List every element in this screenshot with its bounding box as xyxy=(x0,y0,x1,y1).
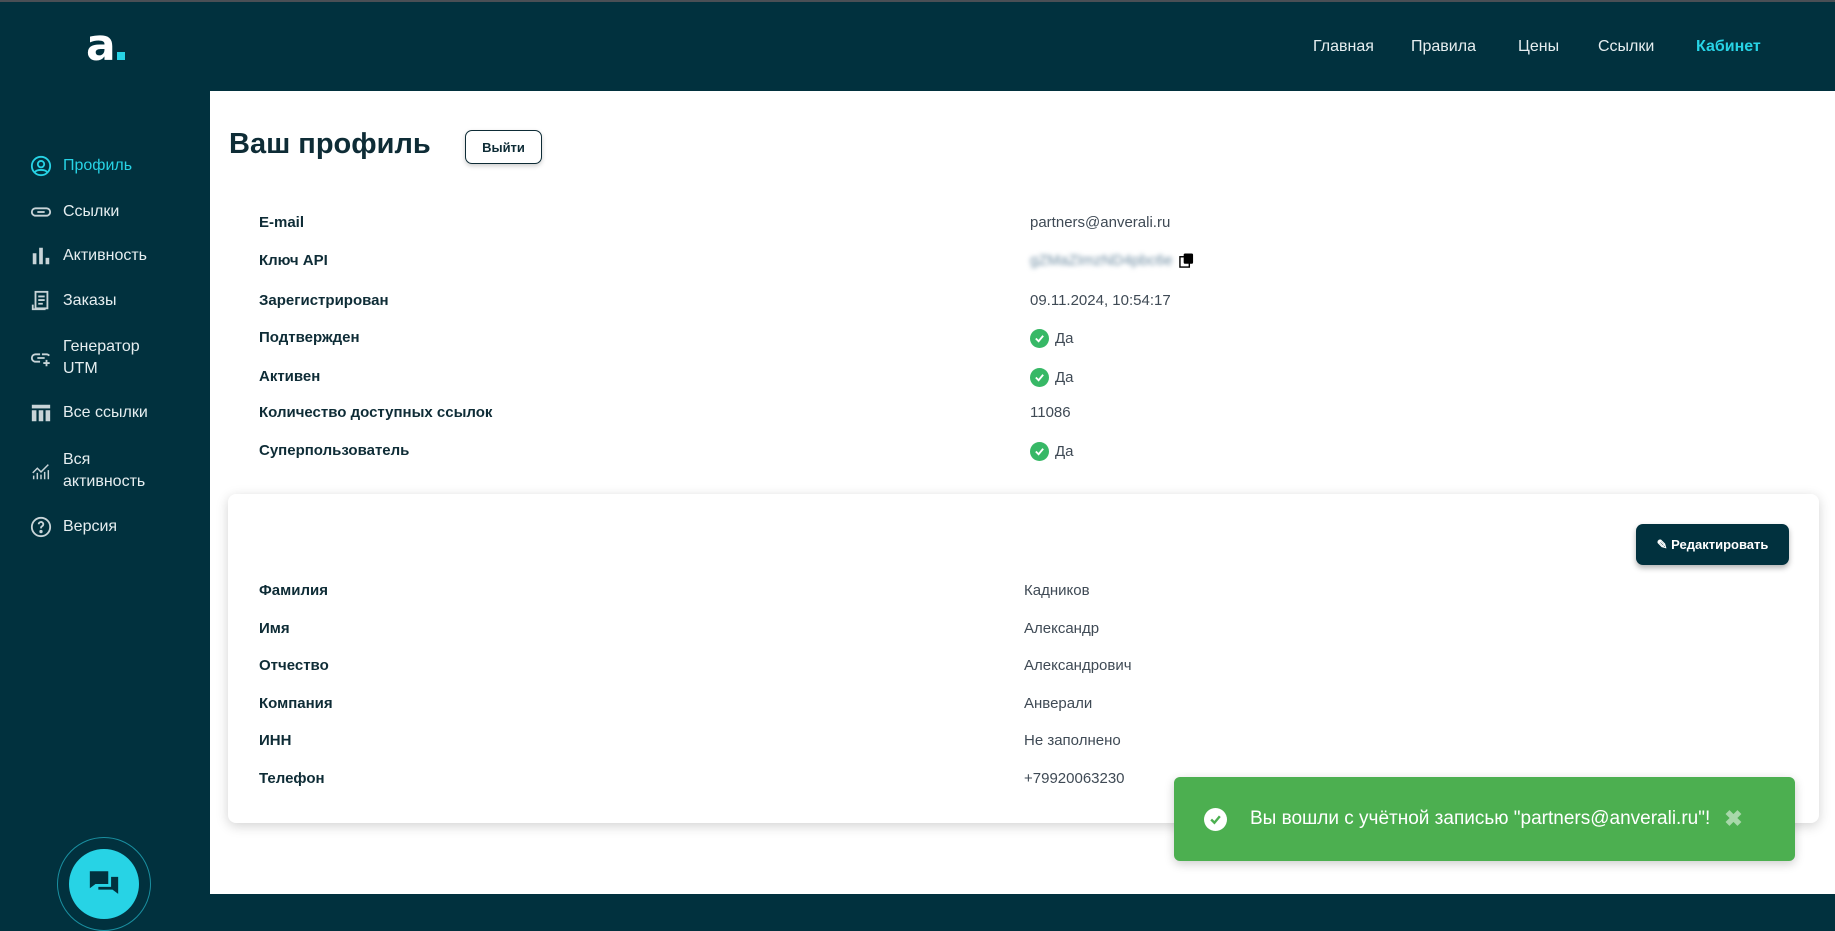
check-circle-icon xyxy=(1204,807,1227,831)
row-value: Александр xyxy=(1024,620,1100,637)
row-label: Фамилия xyxy=(259,582,328,599)
chat-button[interactable] xyxy=(57,837,151,931)
row-label: Компания xyxy=(259,695,333,712)
value-text: Да xyxy=(1055,330,1074,347)
sidebar-item-label: Все ссылки xyxy=(63,404,148,421)
api-key-value: gZMaZImzND4pbc6e xyxy=(1030,252,1173,269)
sidebar-item-label: Профиль xyxy=(63,157,133,174)
link-add-icon xyxy=(30,353,50,367)
details-row-firstname: Имя Александр xyxy=(259,620,1659,640)
row-label: Отчество xyxy=(259,657,329,674)
login-toast: Вы вошли с учётной записью "partners@anv… xyxy=(1174,777,1795,861)
check-circle-icon xyxy=(1030,368,1049,387)
logo[interactable]: a xyxy=(86,20,125,71)
logout-button[interactable]: Выйти xyxy=(465,130,542,164)
row-value: Александрович xyxy=(1024,657,1132,674)
row-label: Ключ API xyxy=(259,252,328,269)
sidebar-item-version[interactable]: Версия xyxy=(30,516,205,538)
row-value: partners@anverali.ru xyxy=(1030,214,1171,231)
row-value: +79920063230 xyxy=(1024,770,1125,787)
check-circle-icon xyxy=(1030,329,1049,348)
row-label: Суперпользователь xyxy=(259,442,410,459)
sidebar-item-label: Заказы xyxy=(63,292,117,309)
link-icon xyxy=(30,207,52,217)
sidebar-item-all-activity[interactable]: Вся активность xyxy=(30,449,205,493)
edit-button[interactable]: ✎ Редактировать xyxy=(1636,524,1789,565)
details-row-inn: ИНН Не заполнено xyxy=(259,732,1659,752)
details-row-patronymic: Отчество Александрович xyxy=(259,657,1659,677)
user-circle-icon xyxy=(30,155,52,177)
row-label: Телефон xyxy=(259,770,325,787)
sidebar-item-label: Генератор UTM xyxy=(63,338,140,377)
question-circle-icon xyxy=(30,516,52,538)
row-value: Кадников xyxy=(1024,582,1090,599)
row-label: Зарегистрирован xyxy=(259,292,389,309)
nav-home[interactable]: Главная xyxy=(1313,38,1374,56)
row-value: gZMaZImzND4pbc6e xyxy=(1030,252,1194,269)
profile-row-superuser: Суперпользователь Да xyxy=(259,442,1659,462)
nav-rules[interactable]: Правила xyxy=(1411,38,1476,56)
details-row-lastname: Фамилия Кадников xyxy=(259,582,1659,602)
row-value: Не заполнено xyxy=(1024,732,1121,749)
logo-letter: a xyxy=(86,20,116,71)
row-label: ИНН xyxy=(259,732,292,749)
sidebar-item-label: Версия xyxy=(63,518,118,535)
logo-dot xyxy=(116,52,125,60)
row-value: Анверали xyxy=(1024,695,1093,712)
nav-prices[interactable]: Цены xyxy=(1518,38,1559,56)
pencil-icon: ✎ xyxy=(1656,536,1672,552)
sidebar-item-label: Вся активность xyxy=(63,451,146,490)
row-value: 11086 xyxy=(1030,404,1071,421)
profile-row-registered: Зарегистрирован 09.11.2024, 10:54:17 xyxy=(259,292,1659,312)
row-value: Да xyxy=(1030,329,1074,348)
profile-row-links-count: Количество доступных ссылок 11086 xyxy=(259,404,1659,424)
row-label: Активен xyxy=(259,368,321,385)
sidebar-item-activity[interactable]: Активность xyxy=(30,245,205,267)
details-row-company: Компания Анверали xyxy=(259,695,1659,715)
sidebar-item-profile[interactable]: Профиль xyxy=(30,155,205,177)
row-value: Да xyxy=(1030,442,1074,461)
receipt-icon xyxy=(31,290,49,311)
nav-cabinet[interactable]: Кабинет xyxy=(1696,38,1761,56)
row-value: Да xyxy=(1030,368,1074,387)
bar-chart-icon xyxy=(32,247,50,265)
sidebar-item-orders[interactable]: Заказы xyxy=(30,290,205,312)
row-label: Количество доступных ссылок xyxy=(259,404,493,421)
check-circle-icon xyxy=(1030,442,1049,461)
value-text: Да xyxy=(1055,369,1074,386)
copy-icon[interactable] xyxy=(1178,253,1194,268)
profile-row-email: E-mail partners@anverali.ru xyxy=(259,214,1659,234)
sidebar-item-all-links[interactable]: Все ссылки xyxy=(30,402,205,424)
sidebar-item-label: Активность xyxy=(63,247,148,264)
main-content: Ваш профиль Выйти E-mail partners@anveral… xyxy=(210,91,1835,894)
row-label: Имя xyxy=(259,620,290,637)
value-text: Да xyxy=(1055,443,1074,460)
sidebar-item-utm-generator[interactable]: Генератор UTM xyxy=(30,336,205,380)
trend-chart-icon xyxy=(32,464,50,480)
profile-row-active: Активен Да xyxy=(259,368,1659,388)
toast-close-icon[interactable]: ✖ xyxy=(1724,806,1742,832)
table-icon xyxy=(31,404,51,422)
chat-icon xyxy=(89,871,119,894)
row-value: 09.11.2024, 10:54:17 xyxy=(1030,292,1171,309)
page-title: Ваш профиль xyxy=(229,128,431,160)
sidebar: Профиль Ссылки Активность Заказы Генерат… xyxy=(0,91,210,931)
row-label: Подтвержден xyxy=(259,329,360,346)
toast-message: Вы вошли с учётной записью "partners@anv… xyxy=(1250,808,1711,829)
nav-links[interactable]: Ссылки xyxy=(1598,38,1654,56)
profile-row-confirmed: Подтвержден Да xyxy=(259,329,1659,349)
edit-label: Редактировать xyxy=(1671,536,1769,552)
row-label: E-mail xyxy=(259,214,305,231)
personal-details-card: ✎ Редактировать Фамилия Кадников Имя Алекс… xyxy=(228,494,1819,823)
sidebar-item-label: Ссылки xyxy=(63,203,120,220)
header: a Главная Правила Цены Ссылки Кабинет xyxy=(0,2,1835,91)
profile-row-api-key: Ключ API gZMaZImzND4pbc6e xyxy=(259,252,1659,272)
sidebar-item-links[interactable]: Ссылки xyxy=(30,201,205,223)
